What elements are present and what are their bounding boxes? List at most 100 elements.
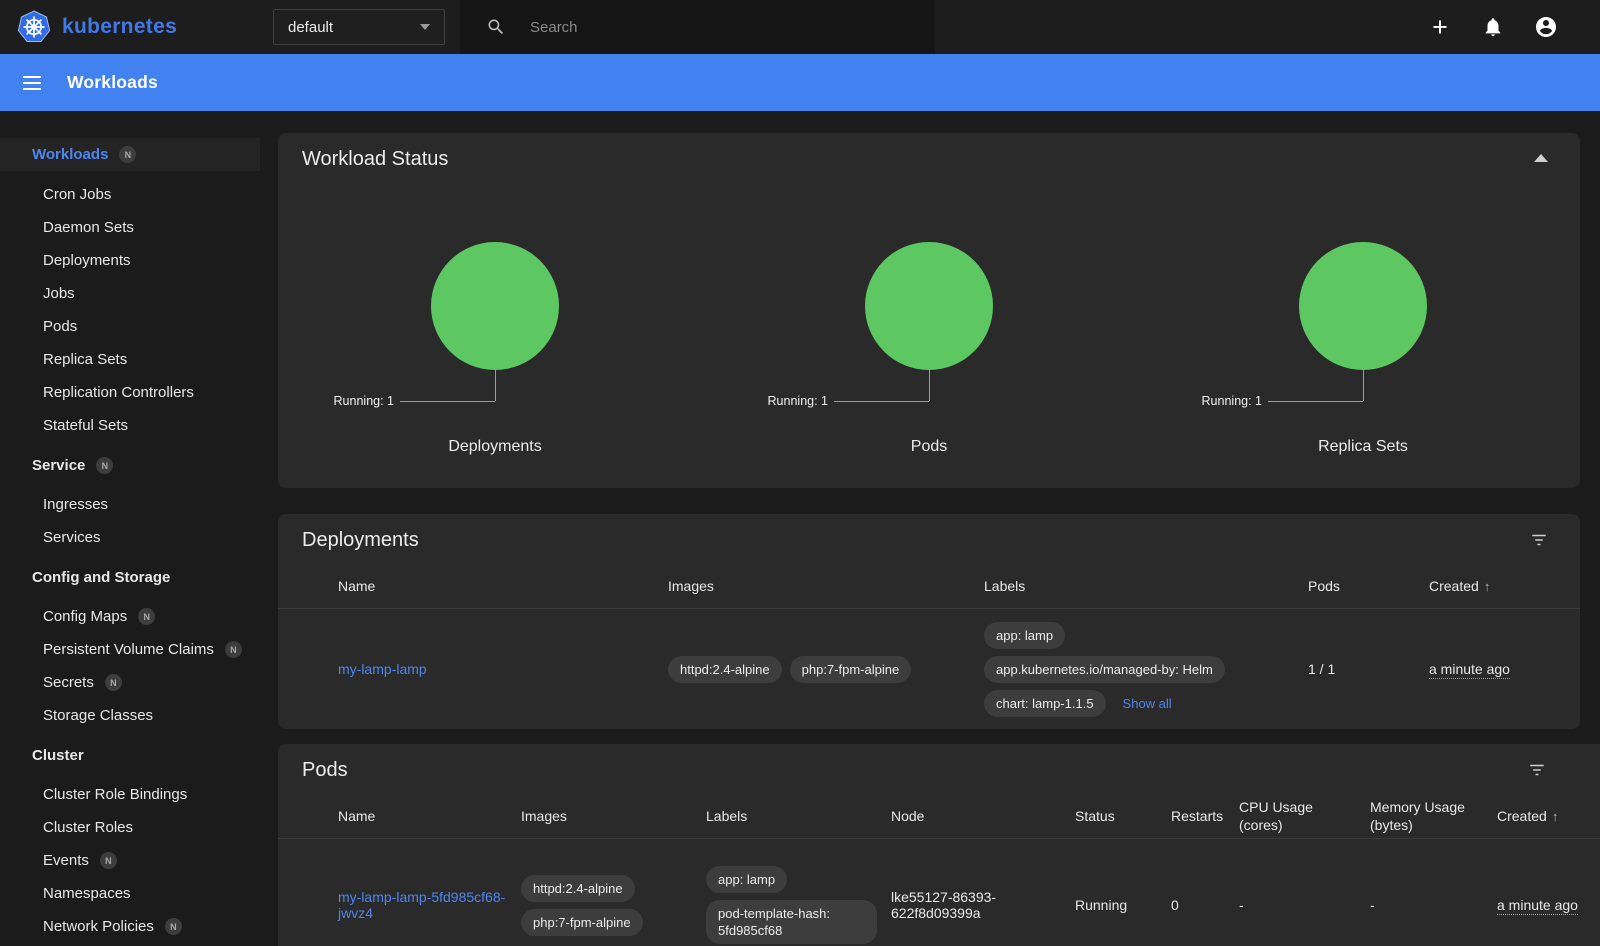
column-header-labels[interactable]: Labels <box>706 808 891 826</box>
pods-count: 1 / 1 <box>1308 661 1429 677</box>
pie-callout-label: Running: 1 <box>334 394 394 408</box>
sidebar-item-storage-classes[interactable]: Storage Classes <box>0 699 260 732</box>
sidebar-item-events[interactable]: Events N <box>0 844 260 877</box>
node-name: lke55127-86393-622f8d09399a <box>891 889 1075 921</box>
namespace-selected-value: default <box>288 19 333 36</box>
sidebar-item-replication-controllers[interactable]: Replication Controllers <box>0 376 260 409</box>
search-bar[interactable] <box>460 0 935 54</box>
notifications-button[interactable] <box>1481 15 1505 39</box>
account-circle-icon <box>1534 15 1558 39</box>
deployments-table: Name Images Labels Pods Created↑ my-lamp… <box>278 565 1580 729</box>
callout-line <box>834 401 929 402</box>
callout-line <box>1268 401 1363 402</box>
deployments-table-header: Name Images Labels Pods Created↑ <box>278 565 1580 609</box>
image-chip: httpd:2.4-alpine <box>668 656 782 683</box>
sidebar-item-namespaces[interactable]: Namespaces <box>0 877 260 910</box>
workload-status-charts: Running: 1 Deployments Running: 1 Pods <box>278 184 1580 488</box>
label-chip: chart: lamp-1.1.5 <box>984 690 1106 717</box>
sidebar-item-persistent-volume-claims[interactable]: Persistent Volume Claims N <box>0 633 260 666</box>
user-menu-button[interactable] <box>1534 15 1558 39</box>
labels-cell: app: lamp app.kubernetes.io/managed-by: … <box>984 622 1308 717</box>
created-timestamp: a minute ago <box>1497 897 1578 915</box>
labels-cell: app: lamp pod-template-hash: 5fd985cf68 <box>706 866 891 944</box>
sidebar-item-replica-sets[interactable]: Replica Sets <box>0 343 260 376</box>
column-header-name[interactable]: Name <box>338 808 521 826</box>
images-cell: httpd:2.4-alpine php:7-fpm-alpine <box>668 656 984 683</box>
new-badge: N <box>96 457 113 474</box>
new-badge: N <box>100 852 117 869</box>
namespace-selector[interactable]: default <box>273 9 445 45</box>
collapse-card-button[interactable] <box>1534 150 1548 162</box>
column-header-created[interactable]: Created↑ <box>1497 808 1600 826</box>
created-timestamp: a minute ago <box>1429 661 1510 679</box>
menu-icon[interactable] <box>20 71 44 95</box>
pie-callout-label: Running: 1 <box>1202 394 1262 408</box>
filter-icon <box>1530 531 1548 549</box>
pie-callout-label: Running: 1 <box>768 394 828 408</box>
sidebar-item-config-and-storage[interactable]: Config and Storage <box>0 561 260 594</box>
pods-title: Pods <box>302 759 348 782</box>
images-cell: httpd:2.4-alpine php:7-fpm-alpine <box>521 875 706 936</box>
show-all-link[interactable]: Show all <box>1123 696 1172 711</box>
plus-icon: + <box>1432 15 1448 39</box>
sidebar-item-cron-jobs[interactable]: Cron Jobs <box>0 178 260 211</box>
sidebar-item-pods[interactable]: Pods <box>0 310 260 343</box>
chart-title: Replica Sets <box>1318 438 1408 456</box>
sidebar-item-stateful-sets[interactable]: Stateful Sets <box>0 409 260 442</box>
image-chip: httpd:2.4-alpine <box>521 875 635 902</box>
sidebar-item-ingresses[interactable]: Ingresses <box>0 488 260 521</box>
deployment-link[interactable]: my-lamp-lamp <box>338 661 427 677</box>
chevron-down-icon <box>420 24 430 30</box>
sidebar-item-service[interactable]: Service N <box>0 449 260 482</box>
callout-line <box>1363 370 1364 401</box>
sidebar-item-secrets[interactable]: Secrets N <box>0 666 260 699</box>
column-header-status[interactable]: Status <box>1075 808 1171 826</box>
label-chip: app: lamp <box>984 622 1065 649</box>
pod-link[interactable]: my-lamp-lamp-5fd985cf68-jwvz4 <box>338 889 505 921</box>
sidebar-item-cluster-role-bindings[interactable]: Cluster Role Bindings <box>0 778 260 811</box>
pods-table-header: Name Images Labels Node Status Restarts … <box>278 795 1600 839</box>
sidebar-item-deployments[interactable]: Deployments <box>0 244 260 277</box>
memory-usage-value: - <box>1370 897 1497 913</box>
search-input[interactable] <box>530 19 890 36</box>
column-header-restarts[interactable]: Restarts <box>1171 808 1239 826</box>
pie-slice-running[interactable] <box>865 242 993 370</box>
deployments-title: Deployments <box>302 529 419 552</box>
callout-line <box>929 370 930 401</box>
chart-title: Deployments <box>448 438 541 456</box>
sidebar-item-jobs[interactable]: Jobs <box>0 277 260 310</box>
filter-button[interactable] <box>1530 531 1548 549</box>
sidebar-item-cluster[interactable]: Cluster <box>0 739 260 772</box>
topbar-actions: + <box>1428 15 1558 39</box>
new-badge: N <box>225 641 242 658</box>
column-header-created[interactable]: Created↑ <box>1429 578 1580 596</box>
column-header-labels[interactable]: Labels <box>984 578 1308 596</box>
image-chip: php:7-fpm-alpine <box>790 656 912 683</box>
column-header-images[interactable]: Images <box>521 808 706 826</box>
sidebar: Workloads N Cron Jobs Daemon Sets Deploy… <box>0 111 260 946</box>
pods-table: Name Images Labels Node Status Restarts … <box>278 795 1600 946</box>
label-chip: pod-template-hash: 5fd985cf68 <box>706 900 877 944</box>
column-header-node[interactable]: Node <box>891 808 1075 826</box>
column-header-images[interactable]: Images <box>668 578 984 596</box>
pie-slice-running[interactable] <box>431 242 559 370</box>
sidebar-item-workloads[interactable]: Workloads N <box>0 138 260 171</box>
column-header-cpu-usage[interactable]: CPU Usage (cores) <box>1239 799 1370 834</box>
sidebar-item-network-policies[interactable]: Network Policies N <box>0 910 260 943</box>
sidebar-item-cluster-roles[interactable]: Cluster Roles <box>0 811 260 844</box>
kubernetes-brand[interactable]: kubernetes <box>16 9 177 45</box>
column-header-pods[interactable]: Pods <box>1308 578 1429 596</box>
column-header-name[interactable]: Name <box>338 578 668 596</box>
app-bar: Workloads <box>0 54 1600 111</box>
top-bar: kubernetes default + <box>0 0 1600 54</box>
chart-title: Pods <box>911 438 947 456</box>
replica-sets-pie-chart: Running: 1 Replica Sets <box>1146 242 1580 456</box>
sidebar-item-daemon-sets[interactable]: Daemon Sets <box>0 211 260 244</box>
sidebar-item-services[interactable]: Services <box>0 521 260 554</box>
chevron-up-icon <box>1534 154 1548 162</box>
column-header-memory-usage[interactable]: Memory Usage (bytes) <box>1370 799 1497 834</box>
pie-slice-running[interactable] <box>1299 242 1427 370</box>
filter-button[interactable] <box>1528 761 1546 779</box>
sidebar-item-config-maps[interactable]: Config Maps N <box>0 600 260 633</box>
create-resource-button[interactable]: + <box>1428 15 1452 39</box>
